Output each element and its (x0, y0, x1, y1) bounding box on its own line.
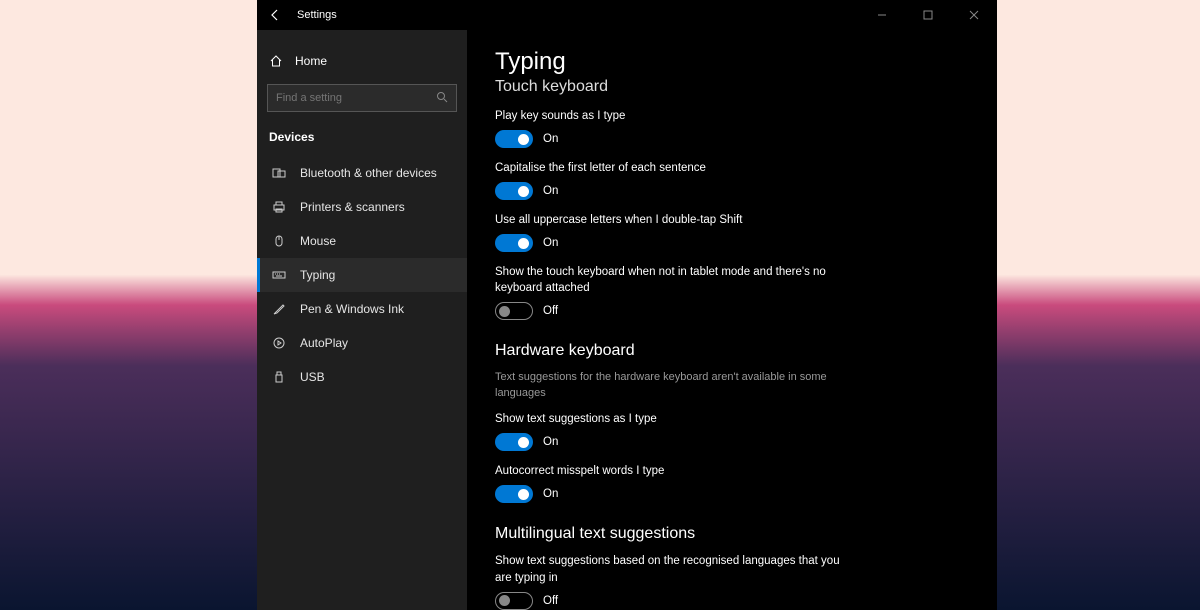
sidebar-item-label: AutoPlay (300, 336, 348, 350)
toggle-switch[interactable] (495, 302, 533, 320)
usb-icon (272, 370, 286, 384)
sidebar-item-usb[interactable]: USB (257, 360, 467, 394)
settings-window: Settings Home Devices B (257, 0, 997, 610)
sidebar-item-autoplay[interactable]: AutoPlay (257, 326, 467, 360)
sidebar-item-label: USB (300, 370, 325, 384)
search-icon (436, 91, 448, 106)
close-button[interactable] (951, 0, 997, 30)
toggle-state-label: On (543, 185, 558, 197)
sidebar-item-label: Pen & Windows Ink (300, 302, 404, 316)
toggle-state-label: On (543, 488, 558, 500)
mouse-icon (272, 234, 286, 248)
sidebar-item-label: Typing (300, 268, 335, 282)
keyboard-icon (272, 268, 286, 282)
category-title: Devices (257, 124, 467, 156)
setting-label: Capitalise the first letter of each sent… (495, 160, 855, 176)
setting-item: Autocorrect misspelt words I type On (495, 463, 969, 503)
toggle-switch[interactable] (495, 234, 533, 252)
toggle-switch[interactable] (495, 592, 533, 610)
home-nav[interactable]: Home (257, 46, 467, 76)
setting-label: Show text suggestions as I type (495, 411, 855, 427)
pen-icon (272, 302, 286, 316)
autoplay-icon (272, 336, 286, 350)
hardware-keyboard-heading: Hardware keyboard (495, 342, 969, 360)
search-input[interactable] (276, 92, 436, 104)
multilingual-heading: Multilingual text suggestions (495, 525, 969, 543)
sidebar-item-label: Bluetooth & other devices (300, 166, 437, 180)
hardware-keyboard-subtitle: Text suggestions for the hardware keyboa… (495, 370, 855, 401)
setting-label: Play key sounds as I type (495, 108, 855, 124)
printer-icon (272, 200, 286, 214)
sidebar-item-printers[interactable]: Printers & scanners (257, 190, 467, 224)
toggle-switch[interactable] (495, 485, 533, 503)
content-area[interactable]: Typing Touch keyboard Play key sounds as… (467, 30, 997, 610)
page-title: Typing (495, 48, 969, 76)
setting-item: Show the touch keyboard when not in tabl… (495, 264, 969, 320)
home-label: Home (295, 54, 327, 68)
setting-label: Use all uppercase letters when I double-… (495, 212, 855, 228)
setting-item: Show text suggestions based on the recog… (495, 553, 969, 609)
window-controls (859, 0, 997, 30)
touch-keyboard-heading: Touch keyboard (495, 78, 969, 96)
sidebar: Home Devices Bluetooth & other devices P… (257, 30, 467, 610)
setting-item: Play key sounds as I type On (495, 108, 969, 148)
minimize-button[interactable] (859, 0, 905, 30)
sidebar-item-typing[interactable]: Typing (257, 258, 467, 292)
back-button[interactable] (269, 9, 281, 21)
setting-label: Show the touch keyboard when not in tabl… (495, 264, 855, 296)
sidebar-item-bluetooth[interactable]: Bluetooth & other devices (257, 156, 467, 190)
devices-icon (272, 166, 286, 180)
home-icon (269, 54, 283, 68)
setting-item: Capitalise the first letter of each sent… (495, 160, 969, 200)
sidebar-item-label: Mouse (300, 234, 336, 248)
toggle-switch[interactable] (495, 433, 533, 451)
sidebar-item-mouse[interactable]: Mouse (257, 224, 467, 258)
toggle-switch[interactable] (495, 182, 533, 200)
toggle-state-label: Off (543, 305, 558, 317)
maximize-button[interactable] (905, 0, 951, 30)
setting-item: Use all uppercase letters when I double-… (495, 212, 969, 252)
sidebar-item-pen[interactable]: Pen & Windows Ink (257, 292, 467, 326)
setting-label: Show text suggestions based on the recog… (495, 553, 855, 585)
setting-item: Show text suggestions as I type On (495, 411, 969, 451)
toggle-state-label: On (543, 436, 558, 448)
toggle-state-label: On (543, 133, 558, 145)
search-box[interactable] (267, 84, 457, 112)
setting-label: Autocorrect misspelt words I type (495, 463, 855, 479)
toggle-state-label: Off (543, 595, 558, 607)
titlebar: Settings (257, 0, 997, 30)
window-title: Settings (297, 9, 337, 21)
toggle-state-label: On (543, 237, 558, 249)
toggle-switch[interactable] (495, 130, 533, 148)
sidebar-item-label: Printers & scanners (300, 200, 405, 214)
